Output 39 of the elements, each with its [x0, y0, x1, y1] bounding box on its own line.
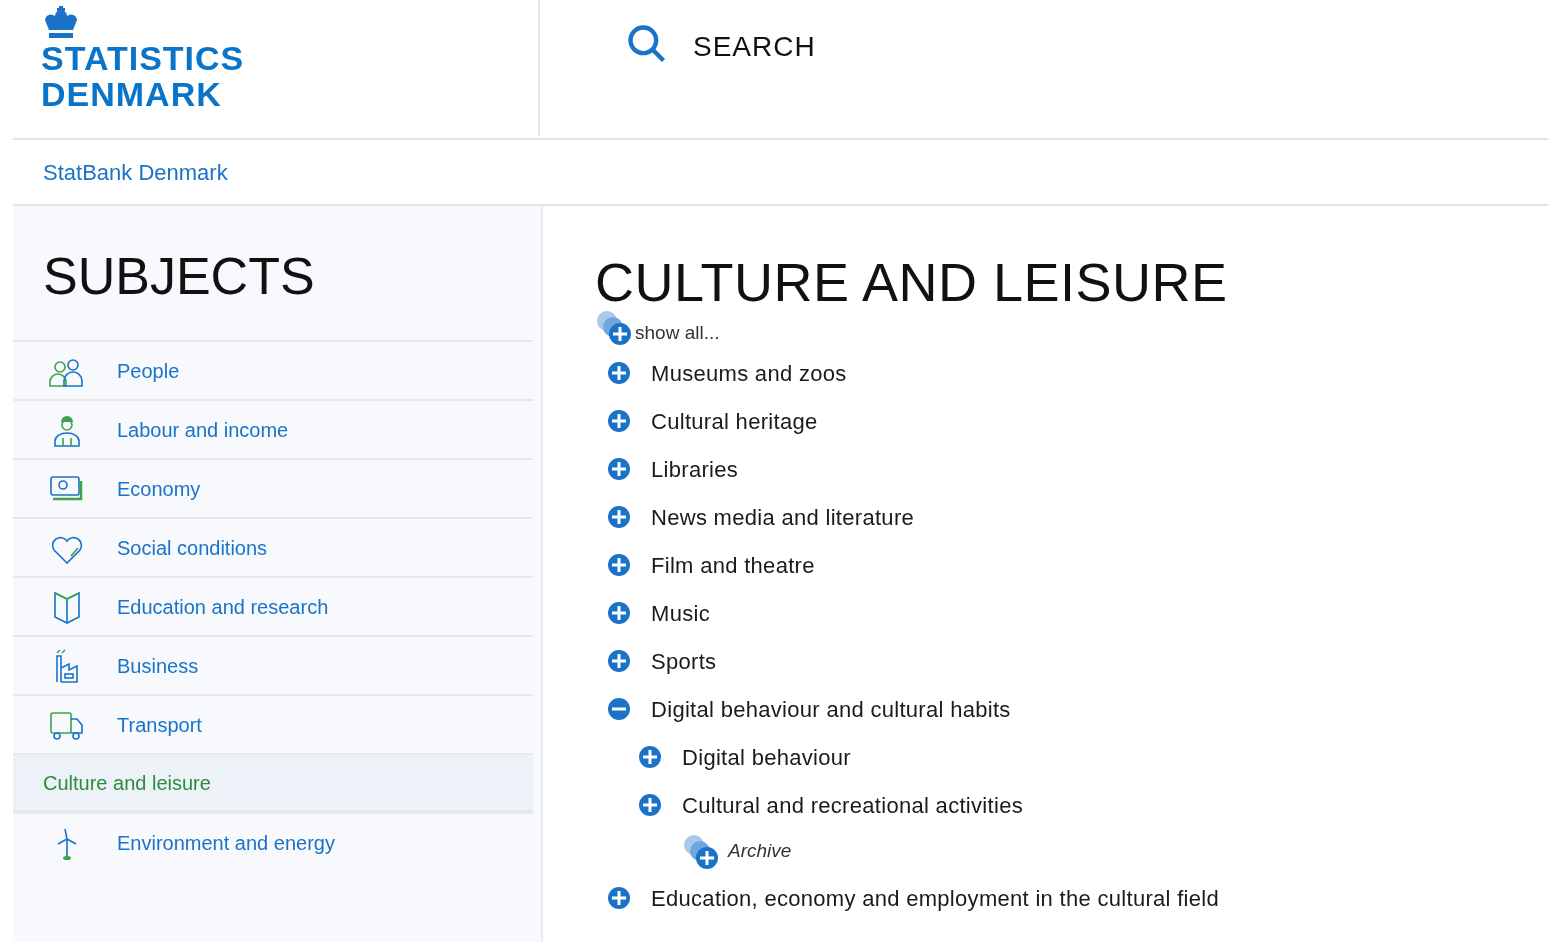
expand-icon[interactable] — [607, 553, 631, 577]
collapse-icon[interactable] — [607, 697, 631, 721]
subject-item[interactable]: Economy — [13, 458, 533, 517]
show-all-link[interactable]: show all... — [635, 318, 720, 347]
topic-link[interactable]: Sports — [651, 644, 717, 678]
topic-link[interactable]: Museums and zoos — [651, 356, 847, 390]
expand-icon[interactable] — [607, 601, 631, 625]
expand-icon[interactable] — [638, 745, 662, 769]
subject-item[interactable]: People — [13, 340, 533, 399]
topic-link[interactable]: Music — [651, 596, 710, 630]
subject-item[interactable]: Labour and income — [13, 399, 533, 458]
logo-text[interactable]: STATISTICS DENMARK — [41, 40, 538, 112]
search-button[interactable]: SEARCH — [693, 26, 816, 68]
expand-icon[interactable] — [607, 886, 631, 910]
expand-icon[interactable] — [607, 409, 631, 433]
topic-link[interactable]: Libraries — [651, 452, 739, 486]
subject-item[interactable]: Business — [13, 635, 533, 694]
topic-link[interactable]: Film and theatre — [651, 548, 815, 582]
page-title: CULTURE AND LEISURE — [595, 251, 1229, 313]
topic-link[interactable]: Education, economy and employment in the cultural field — [651, 881, 1220, 915]
archive-link[interactable]: Archive — [728, 837, 792, 866]
topic-link[interactable]: Cultural heritage — [651, 404, 818, 438]
expand-icon[interactable] — [607, 457, 631, 481]
stacked-circles-icon[interactable] — [595, 309, 633, 347]
subject-item[interactable]: Environment and energy — [13, 812, 533, 871]
topic-link[interactable]: Digital behaviour — [682, 740, 851, 774]
expand-icon[interactable] — [607, 505, 631, 529]
subject-item[interactable]: Culture and leisure — [13, 753, 533, 812]
expand-icon[interactable] — [607, 361, 631, 385]
subject-item[interactable]: Education and research — [13, 576, 533, 635]
stacked-circles-icon[interactable] — [682, 832, 720, 871]
topic-link[interactable]: News media and literature — [651, 500, 915, 534]
expand-icon[interactable] — [607, 649, 631, 673]
sidebar-title: SUBJECTS — [42, 246, 316, 306]
subject-item[interactable]: Social conditions — [13, 517, 533, 576]
expand-icon[interactable] — [638, 793, 662, 817]
breadcrumb-link[interactable]: StatBank Denmark — [43, 155, 228, 189]
topic-link[interactable]: Digital behaviour and cultural habits — [651, 692, 1011, 726]
topic-link[interactable]: Cultural and recreational activities — [682, 788, 1023, 822]
